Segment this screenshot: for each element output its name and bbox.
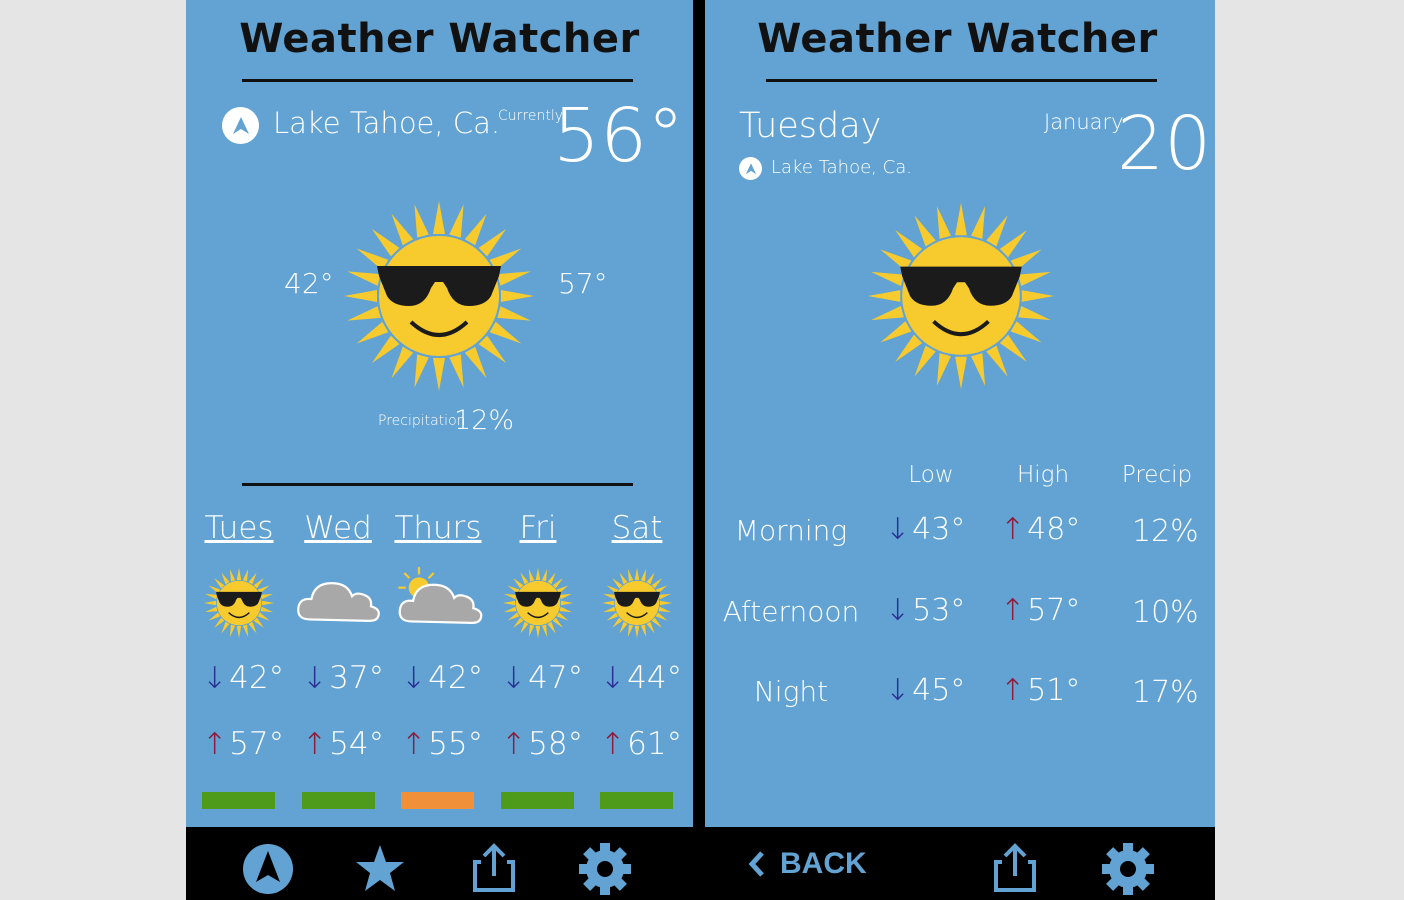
- forecast-low: ↓ 42°: [202, 660, 285, 696]
- forecast-high: ↑ 57°: [202, 726, 285, 762]
- arrow-up-icon: ↑: [302, 726, 328, 762]
- status-bar: [600, 792, 673, 809]
- forecast-high: ↑ 55°: [401, 726, 484, 762]
- morning-high: ↑ 48°: [1000, 512, 1081, 547]
- precip-label: Precipitation: [378, 413, 466, 429]
- navigation-icon[interactable]: [241, 842, 295, 896]
- arrow-down-icon: ↓: [501, 660, 527, 696]
- star-icon[interactable]: [353, 842, 407, 896]
- current-temp: 56°: [553, 93, 685, 179]
- forecast-low: ↓ 37°: [302, 660, 385, 696]
- afternoon-precip: 10%: [1132, 595, 1199, 630]
- forecast-low: ↓ 42°: [401, 660, 484, 696]
- morning-low: ↓ 43°: [885, 512, 966, 547]
- arrow-up-icon: ↑: [1000, 673, 1026, 708]
- app-title: Weather Watcher: [239, 16, 640, 62]
- forecast-low: ↓ 44°: [600, 660, 683, 696]
- location-label: Lake Tahoe, Ca.: [273, 106, 501, 140]
- bottom-nav: [186, 827, 693, 900]
- share-icon[interactable]: [988, 840, 1042, 894]
- today-low: 42°: [284, 267, 334, 300]
- forecast-low: ↓ 47°: [501, 660, 584, 696]
- date-label: 20: [1117, 101, 1212, 187]
- day-label: Tuesday: [739, 106, 882, 146]
- title-underline: [242, 79, 633, 82]
- forecast-day-fri[interactable]: Fri: [488, 510, 588, 546]
- row-label-night: Night: [753, 675, 829, 708]
- arrow-up-icon: ↑: [1000, 512, 1026, 547]
- arrow-down-icon: ↓: [885, 673, 911, 708]
- arrow-up-icon: ↑: [1000, 593, 1026, 628]
- row-label-afternoon: Afternoon: [722, 595, 860, 628]
- status-bar: [501, 792, 574, 809]
- sun-sunglasses-icon: [203, 567, 275, 639]
- status-bar: [302, 792, 375, 809]
- location-icon[interactable]: [222, 107, 259, 144]
- bottom-nav: BACK: [705, 827, 1215, 900]
- sun-sunglasses-icon: [342, 199, 536, 393]
- column-high: High: [1016, 462, 1070, 488]
- precip-value: 12%: [454, 405, 515, 436]
- arrow-up-icon: ↑: [401, 726, 427, 762]
- forecast-divider: [242, 483, 633, 486]
- night-high: ↑ 51°: [1000, 673, 1081, 708]
- forecast-high: ↑ 58°: [501, 726, 584, 762]
- screen-divider: [693, 0, 705, 900]
- forecast-high: ↑ 61°: [600, 726, 683, 762]
- cloud-icon: [297, 582, 380, 622]
- forecast-day-sat[interactable]: Sat: [587, 510, 687, 546]
- sun-sunglasses-icon: [502, 567, 574, 639]
- location-label: Lake Tahoe, Ca.: [771, 157, 912, 178]
- column-precip: Precip: [1121, 462, 1193, 488]
- status-bar: [401, 792, 474, 809]
- arrow-down-icon: ↓: [302, 660, 328, 696]
- location-icon[interactable]: [739, 157, 762, 180]
- gear-icon[interactable]: [1101, 842, 1155, 896]
- afternoon-low: ↓ 53°: [885, 593, 966, 628]
- detail-screen: Weather Watcher Tuesday Lake Tahoe, Ca. …: [705, 0, 1215, 900]
- arrow-up-icon: ↑: [202, 726, 228, 762]
- main-screen: Weather Watcher Lake Tahoe, Ca. Currentl…: [186, 0, 693, 900]
- arrow-up-icon: ↑: [501, 726, 527, 762]
- detail-panel: Weather Watcher Tuesday Lake Tahoe, Ca. …: [705, 0, 1215, 827]
- title-underline: [766, 79, 1157, 82]
- back-button[interactable]: BACK: [748, 847, 867, 881]
- arrow-down-icon: ↓: [401, 660, 427, 696]
- arrow-down-icon: ↓: [202, 660, 228, 696]
- arrow-up-icon: ↑: [600, 726, 626, 762]
- partly-cloudy-icon: [398, 567, 483, 625]
- forecast-day-thurs[interactable]: Thurs: [388, 510, 488, 546]
- night-precip: 17%: [1132, 675, 1199, 710]
- afternoon-high: ↑ 57°: [1000, 593, 1081, 628]
- night-low: ↓ 45°: [885, 673, 966, 708]
- share-icon[interactable]: [467, 840, 521, 894]
- sun-sunglasses-icon: [601, 567, 673, 639]
- arrow-down-icon: ↓: [885, 512, 911, 547]
- forecast-day-tues[interactable]: Tues: [189, 510, 289, 546]
- arrow-down-icon: ↓: [885, 593, 911, 628]
- arrow-down-icon: ↓: [600, 660, 626, 696]
- back-label: BACK: [780, 847, 867, 880]
- row-label-morning: Morning: [734, 514, 848, 547]
- main-panel: Weather Watcher Lake Tahoe, Ca. Currentl…: [186, 0, 693, 827]
- forecast-high: ↑ 54°: [302, 726, 385, 762]
- morning-precip: 12%: [1132, 514, 1199, 549]
- gear-icon[interactable]: [578, 842, 632, 896]
- column-low: Low: [908, 462, 954, 488]
- month-label: January: [1044, 110, 1124, 134]
- forecast-day-wed[interactable]: Wed: [288, 510, 388, 546]
- status-bar: [202, 792, 275, 809]
- sun-sunglasses-icon: [865, 200, 1057, 392]
- app-title: Weather Watcher: [757, 16, 1158, 62]
- today-high: 57°: [558, 267, 608, 300]
- back-icon: [748, 851, 764, 877]
